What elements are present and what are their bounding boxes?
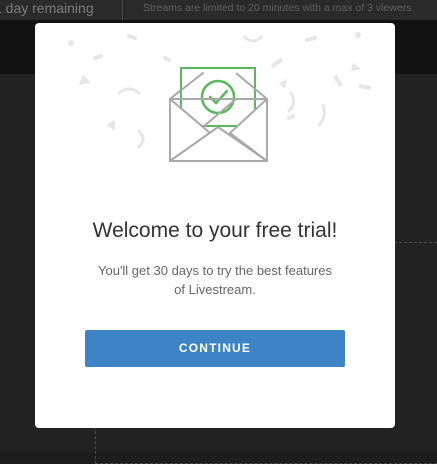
- status-divider: [122, 0, 123, 20]
- subtitle-line-1: You'll get 30 days to try the best featu…: [98, 263, 332, 278]
- welcome-modal: Welcome to your free trial! You'll get 3…: [35, 23, 395, 428]
- modal-title: Welcome to your free trial!: [92, 219, 338, 242]
- envelope-icon: [169, 67, 268, 162]
- trial-remaining-text: 1 day remaining: [0, 0, 94, 16]
- continue-button[interactable]: CONTINUE: [85, 330, 345, 367]
- stream-limit-text: Streams are limited to 20 minutes with a…: [143, 2, 412, 14]
- welcome-illustration: [68, 32, 372, 162]
- trial-status-bar: 1 day remaining Streams are limited to 2…: [0, 0, 437, 20]
- subtitle-line-2: of Livestream.: [174, 282, 256, 297]
- modal-subtitle: You'll get 30 days to try the best featu…: [75, 261, 355, 299]
